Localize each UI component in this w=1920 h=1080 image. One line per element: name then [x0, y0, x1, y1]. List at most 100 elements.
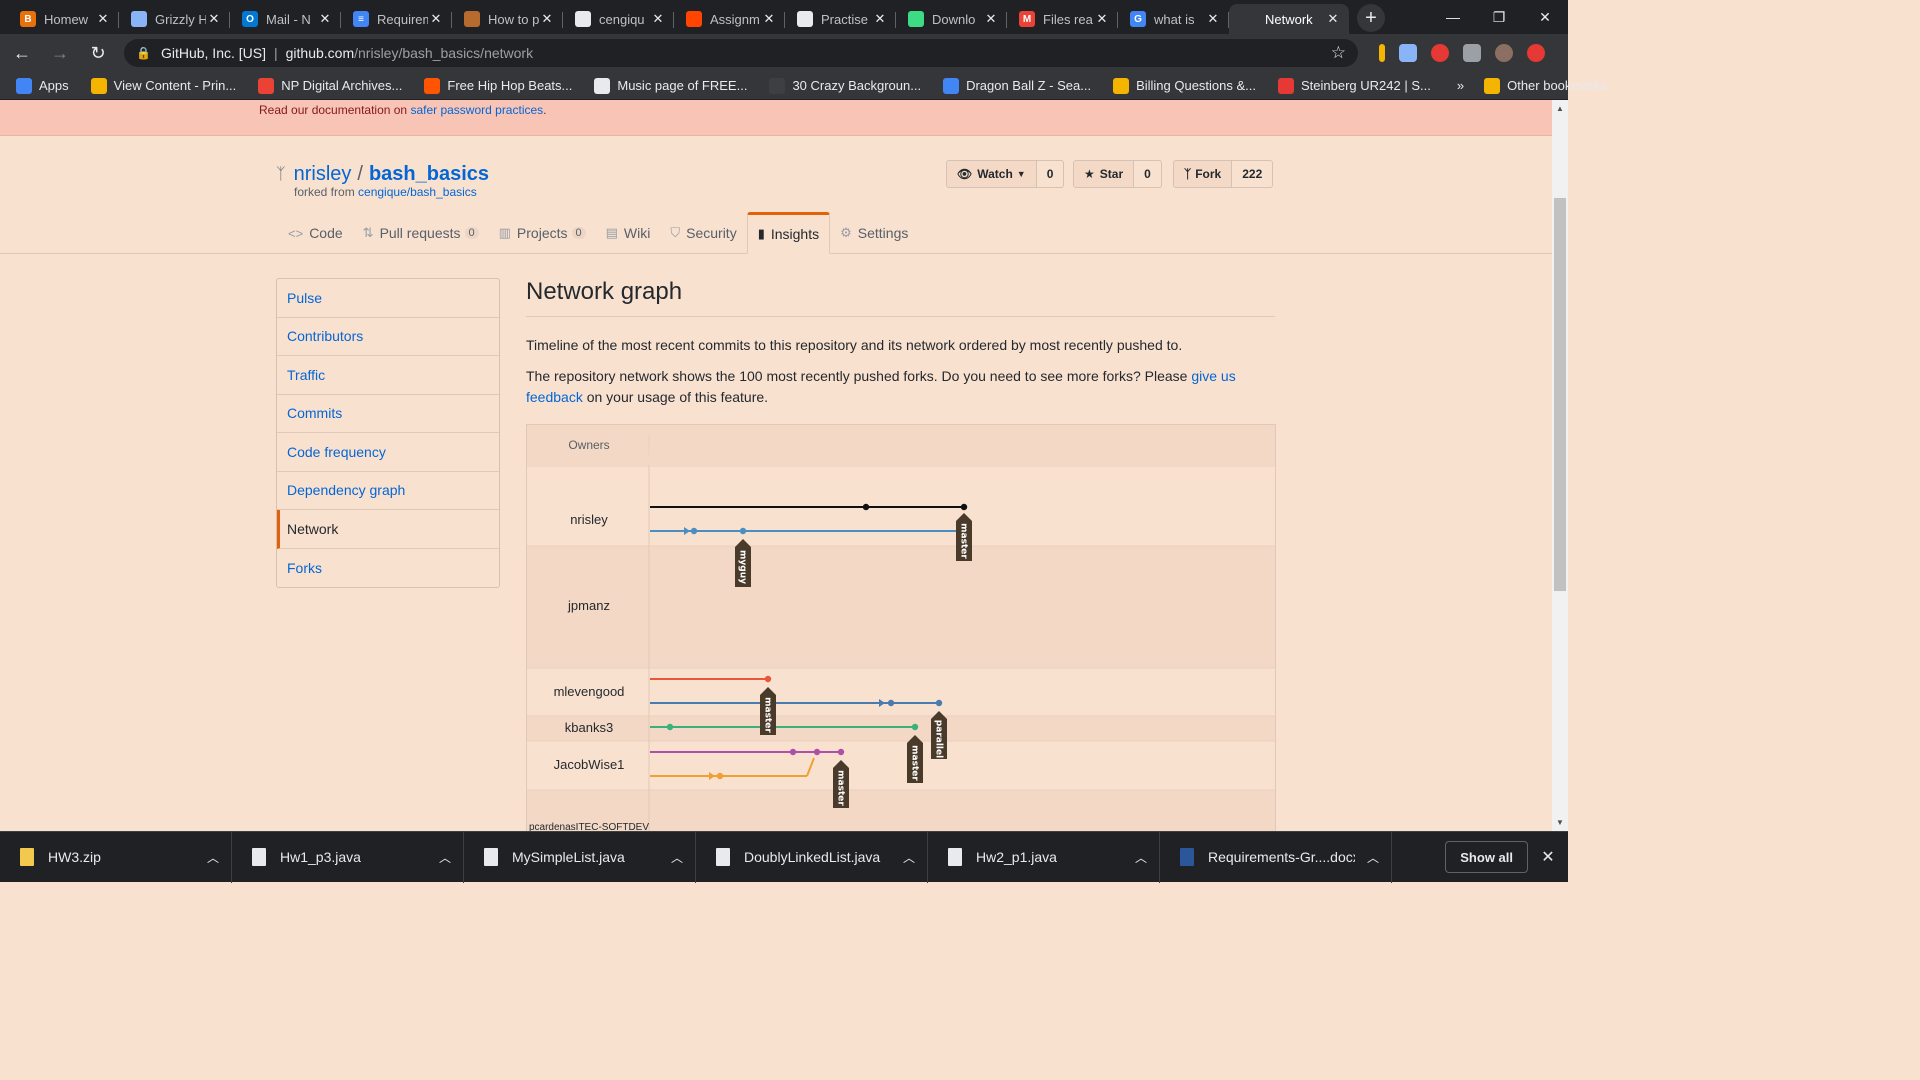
download-item[interactable]: MySimpleList.java ︿ — [464, 831, 696, 883]
forked-from-link[interactable]: cengique/bash_basics — [358, 185, 477, 199]
other-bookmarks-folder[interactable]: Other bookmarks — [1476, 77, 1621, 94]
tab-security[interactable]: ⛉ Security — [660, 212, 746, 254]
close-downloads-icon[interactable]: ✕ — [1528, 847, 1568, 867]
safer-password-link[interactable]: safer password practices — [410, 103, 543, 117]
minimize-icon[interactable]: — — [1430, 0, 1476, 34]
chevron-up-icon[interactable]: ︿ — [659, 849, 695, 866]
bookmarks-overflow-button[interactable]: » — [1445, 78, 1476, 93]
bookmark-item[interactable]: View Content - Prin... — [83, 77, 245, 94]
tab-close-icon[interactable]: ✕ — [539, 11, 555, 27]
download-item[interactable]: Hw1_p3.java ︿ — [232, 831, 464, 883]
reload-icon[interactable]: ↻ — [82, 37, 114, 69]
sidebar-item-code-frequency[interactable]: Code frequency — [277, 433, 499, 472]
repo-name-link[interactable]: bash_basics — [369, 163, 489, 186]
browser-tab[interactable]: cengiqu ✕ — [563, 4, 674, 34]
download-item[interactable]: DoublyLinkedList.java ︿ — [696, 831, 928, 883]
grey-extension-icon[interactable] — [1463, 44, 1481, 62]
star-button[interactable]: ★ Star — [1073, 160, 1135, 188]
browser-tab[interactable]: How to p ✕ — [452, 4, 563, 34]
browser-tab[interactable]: Network ✕ — [1229, 4, 1349, 34]
back-icon[interactable]: ← — [6, 37, 38, 69]
tab-pull-requests[interactable]: ⇅ Pull requests 0 — [353, 212, 489, 254]
scroll-down-icon[interactable]: ▼ — [1552, 814, 1568, 831]
browser-tab[interactable]: ≡ Requirem ✕ — [341, 4, 452, 34]
tab-close-icon[interactable]: ✕ — [983, 11, 999, 27]
download-item[interactable]: Requirements-Gr....docx ︿ — [1160, 831, 1392, 883]
chevron-up-icon[interactable]: ︿ — [427, 849, 463, 866]
page-scrollbar[interactable]: ▲ ▼ — [1552, 100, 1568, 831]
star-group: ★ Star 0 — [1073, 160, 1162, 188]
tab-code[interactable]: <> Code — [278, 212, 353, 254]
watch-button[interactable]: 👁 Watch ▼ — [946, 160, 1037, 188]
screen-extension-icon[interactable] — [1399, 44, 1417, 62]
tab-close-icon[interactable]: ✕ — [872, 11, 888, 27]
browser-tab[interactable]: O Mail - N ✕ — [230, 4, 341, 34]
chevron-up-icon[interactable]: ︿ — [1355, 849, 1391, 866]
branch-tag-label: master — [836, 770, 846, 806]
download-item[interactable]: HW3.zip ︿ — [0, 831, 232, 883]
browser-tab[interactable]: Gwhat is ✕ — [1118, 4, 1229, 34]
bookmark-item[interactable]: Free Hip Hop Beats... — [416, 77, 580, 94]
tab-close-icon[interactable]: ✕ — [317, 11, 333, 27]
network-graph[interactable]: Owners nrisley jpmanz mlevengood kbanks3 Jaco… — [526, 424, 1276, 831]
browser-tab[interactable]: Downlo ✕ — [896, 4, 1007, 34]
update-icon[interactable] — [1527, 44, 1545, 62]
tab-insights[interactable]: ▮ Insights — [746, 212, 831, 254]
address-bar[interactable]: 🔒 GitHub, Inc. [US] | github.com /nrisle… — [124, 39, 1358, 67]
network-graph-canvas[interactable]: Owners nrisley jpmanz mlevengood kbanks3 Jaco… — [527, 425, 1276, 831]
bookmark-item[interactable]: 30 Crazy Backgroun... — [761, 77, 929, 94]
tab-close-icon[interactable]: ✕ — [428, 11, 444, 27]
show-all-downloads-button[interactable]: Show all — [1445, 841, 1528, 873]
sidebar-item-network[interactable]: Network — [277, 510, 499, 549]
eye-icon: 👁 — [957, 167, 973, 181]
browser-tab[interactable]: Practise ✕ — [785, 4, 896, 34]
sidebar-item-pulse[interactable]: Pulse — [277, 279, 499, 318]
chevron-up-icon[interactable]: ︿ — [891, 849, 927, 866]
pen-extension-icon[interactable] — [1379, 44, 1385, 62]
close-window-icon[interactable]: ✕ — [1522, 0, 1568, 34]
download-filename: Hw1_p3.java — [280, 849, 361, 865]
forward-icon[interactable]: → — [44, 37, 76, 69]
tab-close-icon[interactable]: ✕ — [206, 11, 222, 27]
download-item[interactable]: Hw2_p1.java ︿ — [928, 831, 1160, 883]
sidebar-item-dependency-graph[interactable]: Dependency graph — [277, 472, 499, 510]
browser-tab[interactable]: Assignm ✕ — [674, 4, 785, 34]
tab-close-icon[interactable]: ✕ — [761, 11, 777, 27]
repo-owner-link[interactable]: nrisley — [294, 163, 352, 186]
bookmark-item[interactable]: Music page of FREE... — [586, 77, 755, 94]
flash-banner: Read our documentation on safer password… — [0, 100, 1552, 136]
tab-close-icon[interactable]: ✕ — [95, 11, 111, 27]
star-count[interactable]: 0 — [1134, 160, 1162, 188]
sidebar-item-commits[interactable]: Commits — [277, 395, 499, 433]
tab-close-icon[interactable]: ✕ — [650, 11, 666, 27]
bookmark-star-icon[interactable]: ☆ — [1331, 43, 1346, 63]
bookmark-item[interactable]: Dragon Ball Z - Sea... — [935, 77, 1099, 94]
tab-wiki[interactable]: ▤ Wiki — [596, 212, 661, 254]
tab-projects[interactable]: ▥ Projects 0 — [489, 212, 596, 254]
browser-tab[interactable]: B Homew ✕ — [8, 4, 119, 34]
fork-button[interactable]: ᛉ Fork — [1173, 160, 1233, 188]
restore-icon[interactable]: ❐ — [1476, 0, 1522, 34]
sidebar-item-traffic[interactable]: Traffic — [277, 356, 499, 395]
tab-close-icon[interactable]: ✕ — [1205, 11, 1221, 27]
chevron-up-icon[interactable]: ︿ — [1123, 849, 1159, 866]
sidebar-item-forks[interactable]: Forks — [277, 549, 499, 588]
tab-close-icon[interactable]: ✕ — [1094, 11, 1110, 27]
bookmark-item[interactable]: Steinberg UR242 | S... — [1270, 77, 1439, 94]
browser-tab[interactable]: M Files rea ✕ — [1007, 4, 1118, 34]
scroll-up-icon[interactable]: ▲ — [1552, 100, 1568, 117]
fork-count[interactable]: 222 — [1232, 160, 1274, 188]
scrollbar-thumb[interactable] — [1554, 198, 1566, 591]
profile-avatar-icon[interactable] — [1495, 44, 1513, 62]
new-tab-button[interactable]: + — [1357, 4, 1385, 32]
bookmark-item[interactable]: Billing Questions &... — [1105, 77, 1264, 94]
bookmark-item[interactable]: Apps — [8, 77, 77, 94]
sidebar-item-contributors[interactable]: Contributors — [277, 318, 499, 356]
tab-close-icon[interactable]: ✕ — [1325, 11, 1341, 27]
browser-tab[interactable]: Grizzly H ✕ — [119, 4, 230, 34]
tab-settings[interactable]: ⚙ Settings — [830, 212, 918, 254]
chevron-up-icon[interactable]: ︿ — [195, 849, 231, 866]
watch-count[interactable]: 0 — [1036, 160, 1065, 188]
record-extension-icon[interactable] — [1431, 44, 1449, 62]
bookmark-item[interactable]: NP Digital Archives... — [250, 77, 410, 94]
